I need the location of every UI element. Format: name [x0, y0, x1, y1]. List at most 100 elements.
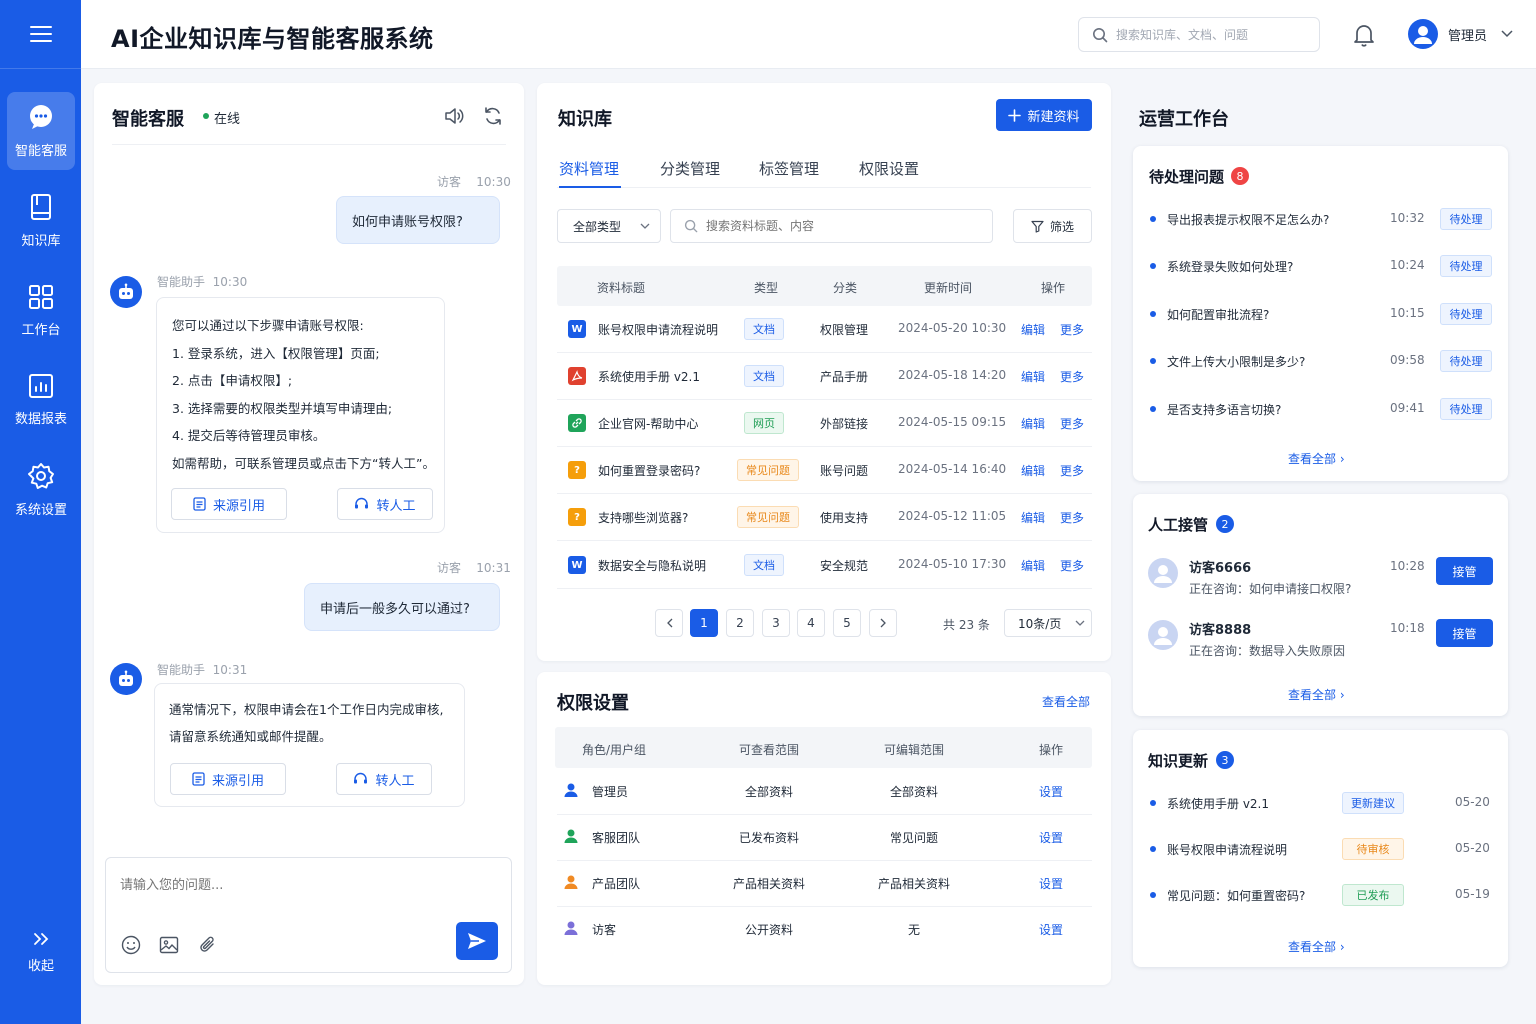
pending-question[interactable]: 系统登录失败如何处理? — [1167, 258, 1293, 275]
take-over-button[interactable]: 接管 — [1436, 619, 1493, 647]
edit-link[interactable]: 编辑 — [1021, 368, 1045, 385]
permission-settings-link[interactable]: 设置 — [1039, 921, 1063, 938]
more-link[interactable]: 更多 — [1060, 509, 1084, 526]
edit-link[interactable]: 编辑 — [1021, 321, 1045, 338]
pending-view-all-link[interactable]: 查看全部 › — [1288, 450, 1345, 467]
sidebar-item-label: 智能客服 — [14, 144, 67, 159]
edit-scope: 全部资料 — [889, 785, 939, 799]
permissions-view-all-link[interactable]: 查看全部 — [1042, 693, 1090, 710]
grid-icon — [29, 285, 53, 309]
prev-page-button[interactable] — [655, 609, 683, 637]
resource-title[interactable]: 企业官网-帮助中心 — [598, 415, 698, 432]
app-title: AI企业知识库与智能客服系统 — [111, 25, 434, 53]
pending-time: 09:58 — [1390, 353, 1425, 367]
category-cell: 产品手册 — [820, 370, 869, 384]
permission-settings-link[interactable]: 设置 — [1039, 829, 1063, 846]
view-scope: 已发布资料 — [738, 831, 800, 845]
sidebar-item-reports[interactable]: 数据报表 — [7, 361, 75, 439]
edit-link[interactable]: 编辑 — [1021, 415, 1045, 432]
page-5[interactable]: 5 — [833, 609, 861, 637]
transfer-button[interactable]: 转人工 — [337, 488, 433, 520]
notification-button[interactable] — [1353, 23, 1375, 47]
more-link[interactable]: 更多 — [1060, 557, 1084, 574]
edit-link[interactable]: 编辑 — [1021, 462, 1045, 479]
bot-avatar — [110, 663, 142, 695]
tab-categories[interactable]: 分类管理 — [660, 158, 720, 179]
more-link[interactable]: 更多 — [1060, 321, 1084, 338]
transfer-button[interactable]: 转人工 — [336, 763, 432, 795]
top-header: AI企业知识库与智能客服系统 管理员 — [81, 0, 1536, 69]
user-icon — [563, 782, 579, 798]
refresh-button[interactable] — [483, 106, 503, 126]
update-title[interactable]: 系统使用手册 v2.1 — [1167, 795, 1269, 812]
chat-input-box[interactable] — [105, 857, 512, 973]
tab-tags[interactable]: 标签管理 — [759, 158, 819, 179]
global-search-input[interactable] — [1116, 27, 1296, 42]
edit-scope: 常见问题 — [889, 831, 939, 845]
source-button[interactable]: 来源引用 — [170, 763, 286, 795]
emoji-button[interactable] — [121, 935, 141, 955]
permission-settings-link[interactable]: 设置 — [1039, 783, 1063, 800]
page-size-value: 10条/页 — [1018, 616, 1062, 631]
pending-question[interactable]: 文件上传大小限制是多少? — [1167, 353, 1305, 370]
sidebar-item-settings[interactable]: 系统设置 — [7, 451, 75, 529]
permission-settings-link[interactable]: 设置 — [1039, 875, 1063, 892]
sidebar-item-chat[interactable]: 智能客服 — [7, 92, 75, 170]
volume-button[interactable] — [444, 107, 464, 125]
updates-view-all-link[interactable]: 查看全部 › — [1288, 938, 1345, 955]
new-resource-button[interactable]: 新建资料 — [996, 99, 1092, 131]
pdf-file-icon — [568, 367, 586, 385]
update-date: 05-19 — [1455, 887, 1490, 901]
page-size-select[interactable]: 10条/页 — [1004, 609, 1092, 637]
handoff-view-all-link[interactable]: 查看全部 › — [1288, 686, 1345, 703]
update-title[interactable]: 常见问题：如何重置密码? — [1167, 887, 1305, 904]
update-status-badge: 待审核 — [1342, 838, 1404, 860]
kb-search[interactable] — [670, 209, 993, 243]
type-filter-select[interactable]: 全部类型 — [557, 209, 661, 243]
menu-toggle-button[interactable] — [0, 0, 81, 69]
resource-title[interactable]: 支持哪些浏览器? — [598, 509, 688, 526]
take-over-button[interactable]: 接管 — [1436, 557, 1493, 585]
pending-question[interactable]: 导出报表提示权限不足怎么办? — [1167, 211, 1329, 228]
edit-link[interactable]: 编辑 — [1021, 509, 1045, 526]
status-badge: 待处理 — [1440, 303, 1492, 325]
page-4[interactable]: 4 — [797, 609, 825, 637]
more-link[interactable]: 更多 — [1060, 462, 1084, 479]
pending-question[interactable]: 如何配置审批流程? — [1167, 306, 1269, 323]
source-button[interactable]: 来源引用 — [171, 488, 287, 520]
page-2[interactable]: 2 — [726, 609, 754, 637]
next-page-button[interactable] — [869, 609, 897, 637]
page-3[interactable]: 3 — [762, 609, 790, 637]
sidebar-item-label: 工作台 — [21, 323, 61, 338]
handoff-time: 10:28 — [1390, 559, 1425, 573]
row-divider — [557, 860, 1092, 861]
more-link[interactable]: 更多 — [1060, 415, 1084, 432]
sidebar-item-kb[interactable]: 知识库 — [7, 182, 75, 260]
collapse-button[interactable]: 收起 — [7, 918, 75, 988]
page-1[interactable]: 1 — [690, 609, 718, 637]
tab-resources[interactable]: 资料管理 — [559, 158, 619, 179]
kb-search-input[interactable] — [706, 219, 966, 233]
bullet-dot — [1150, 263, 1156, 269]
resource-title[interactable]: 系统使用手册 v2.1 — [598, 368, 700, 385]
assistant-message: 您可以通过以下步骤申请账号权限: 1. 登录系统，进入【权限管理】页面; 2. … — [156, 297, 445, 533]
user-menu[interactable]: 管理员 — [1408, 19, 1513, 49]
type-tag: 文档 — [744, 318, 784, 340]
pending-time: 09:41 — [1390, 401, 1425, 415]
update-title[interactable]: 账号权限申请流程说明 — [1167, 841, 1287, 858]
sidebar-item-workbench[interactable]: 工作台 — [7, 272, 75, 350]
send-button[interactable] — [456, 922, 498, 960]
filter-button[interactable]: 筛选 — [1013, 209, 1092, 243]
pending-count-badge: 8 — [1231, 167, 1249, 185]
chat-input[interactable] — [120, 874, 490, 904]
tab-permissions[interactable]: 权限设置 — [859, 158, 919, 179]
attach-button[interactable] — [198, 935, 218, 955]
image-button[interactable] — [159, 935, 179, 955]
edit-link[interactable]: 编辑 — [1021, 557, 1045, 574]
resource-title[interactable]: 数据安全与隐私说明 — [598, 557, 706, 574]
pending-question[interactable]: 是否支持多语言切换? — [1167, 401, 1281, 418]
resource-title[interactable]: 如何重置登录密码? — [598, 462, 700, 479]
global-search[interactable] — [1078, 17, 1320, 52]
resource-title[interactable]: 账号权限申请流程说明 — [598, 321, 718, 338]
more-link[interactable]: 更多 — [1060, 368, 1084, 385]
